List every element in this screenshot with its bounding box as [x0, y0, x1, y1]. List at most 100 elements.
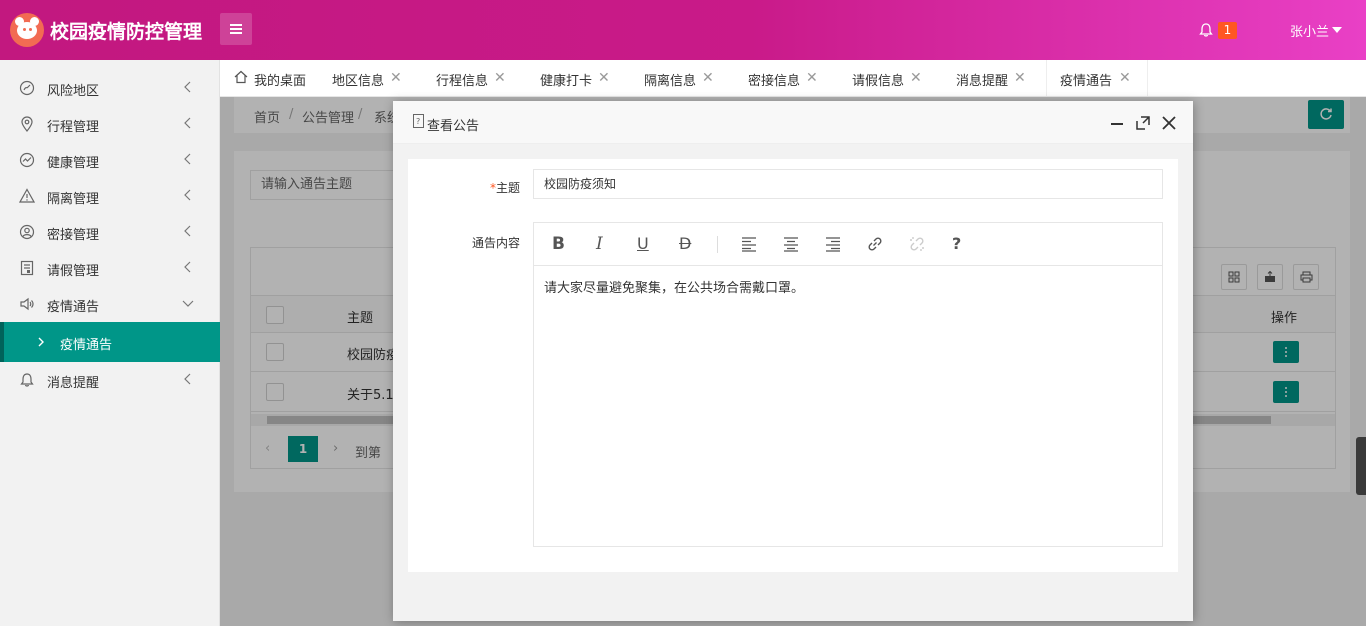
- tab-label: 疫情通告: [1060, 74, 1113, 89]
- sidebar-item-risk-area[interactable]: 风险地区: [0, 70, 220, 106]
- unlink-icon[interactable]: [909, 236, 925, 252]
- tab-label: 地区信息: [332, 74, 385, 89]
- bold-button[interactable]: B: [552, 234, 565, 254]
- menu-toggle-button[interactable]: [220, 13, 252, 45]
- sidebar-item-leave[interactable]: 请假管理: [0, 250, 220, 286]
- close-icon[interactable]: ✕: [1014, 70, 1026, 86]
- sidebar-item-label: 请假管理: [47, 264, 100, 279]
- sidebar-subitem-notice[interactable]: 疫情通告: [0, 322, 220, 362]
- hamburger-line: [230, 32, 242, 34]
- align-left-icon[interactable]: [741, 236, 757, 252]
- editor-toolbar: B I U D ?: [534, 223, 1162, 266]
- content-label: 通告内容: [471, 236, 520, 250]
- caret-down-icon[interactable]: [1332, 27, 1342, 33]
- side-scroll-handle[interactable]: [1356, 437, 1366, 495]
- align-center-icon[interactable]: [783, 236, 799, 252]
- close-icon[interactable]: ✕: [1119, 70, 1131, 86]
- bell-icon: [20, 373, 34, 387]
- tab-label: 我的桌面: [254, 74, 307, 89]
- close-icon[interactable]: ✕: [910, 70, 922, 86]
- sidebar-item-label: 行程管理: [47, 120, 100, 135]
- risk-area-icon: [19, 80, 35, 96]
- subject-input[interactable]: 校园防疫须知: [533, 169, 1163, 199]
- chevron-left-icon: [184, 373, 191, 385]
- help-button[interactable]: ?: [952, 234, 961, 254]
- logo-eye: [29, 28, 32, 31]
- tab-health-checkin[interactable]: 健康打卡 ✕: [540, 60, 640, 96]
- hamburger-line: [230, 24, 242, 26]
- tab-trip-info[interactable]: 行程信息 ✕: [436, 60, 536, 96]
- tab-label: 消息提醒: [956, 74, 1009, 89]
- sidebar-item-label: 疫情通告: [47, 300, 100, 315]
- close-icon[interactable]: ✕: [390, 70, 402, 86]
- active-indicator: [0, 322, 4, 362]
- app-title: 校园疫情防控管理: [50, 21, 203, 43]
- tab-area-info[interactable]: 地区信息 ✕: [332, 60, 432, 96]
- align-right-icon[interactable]: [825, 236, 841, 252]
- chevron-down-icon: [182, 300, 194, 307]
- tab-messages[interactable]: 消息提醒 ✕: [956, 60, 1056, 96]
- chevron-left-icon: [184, 189, 191, 201]
- logo-eye: [23, 28, 26, 31]
- sidebar-item-notice[interactable]: 疫情通告: [0, 286, 220, 322]
- sidebar-item-health[interactable]: 健康管理: [0, 142, 220, 178]
- tab-label: 健康打卡: [540, 74, 593, 89]
- location-pin-icon: [21, 116, 33, 132]
- sidebar-item-close-contact[interactable]: 密接管理: [0, 214, 220, 250]
- close-icon[interactable]: ✕: [598, 70, 610, 86]
- close-icon[interactable]: ✕: [702, 70, 714, 86]
- dialog-form: *主题 校园防疫须知 通告内容 B I U D ? 请大家尽量避免聚集，在公共场…: [408, 159, 1178, 572]
- dialog-header: ? 查看公告: [393, 101, 1193, 144]
- italic-button[interactable]: I: [596, 234, 603, 254]
- maximize-icon[interactable]: [1135, 115, 1151, 131]
- sidebar-item-label: 密接管理: [47, 228, 100, 243]
- chevron-right-icon: [38, 337, 44, 347]
- user-menu[interactable]: 张小兰: [1290, 21, 1329, 40]
- sidebar-item-trip[interactable]: 行程管理: [0, 106, 220, 142]
- tab-leave-info[interactable]: 请假信息 ✕: [852, 60, 952, 96]
- chevron-left-icon: [184, 261, 191, 273]
- tab-home[interactable]: 我的桌面: [234, 60, 326, 96]
- chevron-left-icon: [184, 81, 191, 93]
- chevron-left-icon: [184, 153, 191, 165]
- view-notice-dialog: ? 查看公告 *主题 校园防疫须知 通告内容 B I U D ? 请大家尽量避免…: [393, 101, 1193, 621]
- chevron-left-icon: [184, 225, 191, 237]
- editor-content[interactable]: 请大家尽量避免聚集，在公共场合需戴口罩。: [544, 277, 804, 296]
- subject-label: *主题: [468, 179, 520, 196]
- link-icon[interactable]: [867, 236, 883, 252]
- bell-icon[interactable]: [1198, 22, 1214, 38]
- form-icon: [20, 260, 34, 276]
- sidebar-item-label: 隔离管理: [47, 192, 100, 207]
- close-icon[interactable]: [1161, 115, 1177, 131]
- user-circle-icon: [19, 224, 35, 240]
- warning-icon: [19, 188, 35, 203]
- toolbar-divider: [717, 236, 718, 253]
- sidebar: 风险地区 行程管理 健康管理 隔离管理 密接管理 请假管理 疫情通告 疫情通告: [0, 60, 220, 626]
- dialog-title: 查看公告: [427, 119, 480, 134]
- notification-badge: 1: [1218, 22, 1237, 39]
- home-icon: [234, 70, 248, 84]
- close-icon[interactable]: ✕: [494, 70, 506, 86]
- minimize-icon[interactable]: [1109, 115, 1125, 131]
- tab-quarantine-info[interactable]: 隔离信息 ✕: [644, 60, 744, 96]
- strikethrough-button[interactable]: D: [679, 234, 691, 254]
- chevron-left-icon: [184, 117, 191, 129]
- hamburger-line: [230, 28, 242, 30]
- close-icon[interactable]: ✕: [806, 70, 818, 86]
- sidebar-subitem-label: 疫情通告: [60, 338, 113, 353]
- tab-label: 请假信息: [852, 74, 905, 89]
- sidebar-item-quarantine[interactable]: 隔离管理: [0, 178, 220, 214]
- svg-text:?: ?: [416, 117, 420, 126]
- tab-notice[interactable]: 疫情通告 ✕: [1046, 60, 1148, 96]
- subject-label-text: 主题: [495, 181, 520, 195]
- tab-label: 密接信息: [748, 74, 801, 89]
- tab-bar: 我的桌面 地区信息 ✕ 行程信息 ✕ 健康打卡 ✕ 隔离信息 ✕ 密接信息 ✕ …: [220, 60, 1366, 97]
- help-document-icon: ?: [413, 114, 424, 128]
- tab-contact-info[interactable]: 密接信息 ✕: [748, 60, 848, 96]
- health-trend-icon: [19, 152, 35, 168]
- logo-face: [17, 22, 37, 39]
- top-header: 校园疫情防控管理 1 张小兰: [0, 0, 1366, 60]
- underline-button[interactable]: U: [637, 234, 649, 254]
- sidebar-item-label: 消息提醒: [47, 376, 100, 391]
- sidebar-item-messages[interactable]: 消息提醒: [0, 362, 220, 398]
